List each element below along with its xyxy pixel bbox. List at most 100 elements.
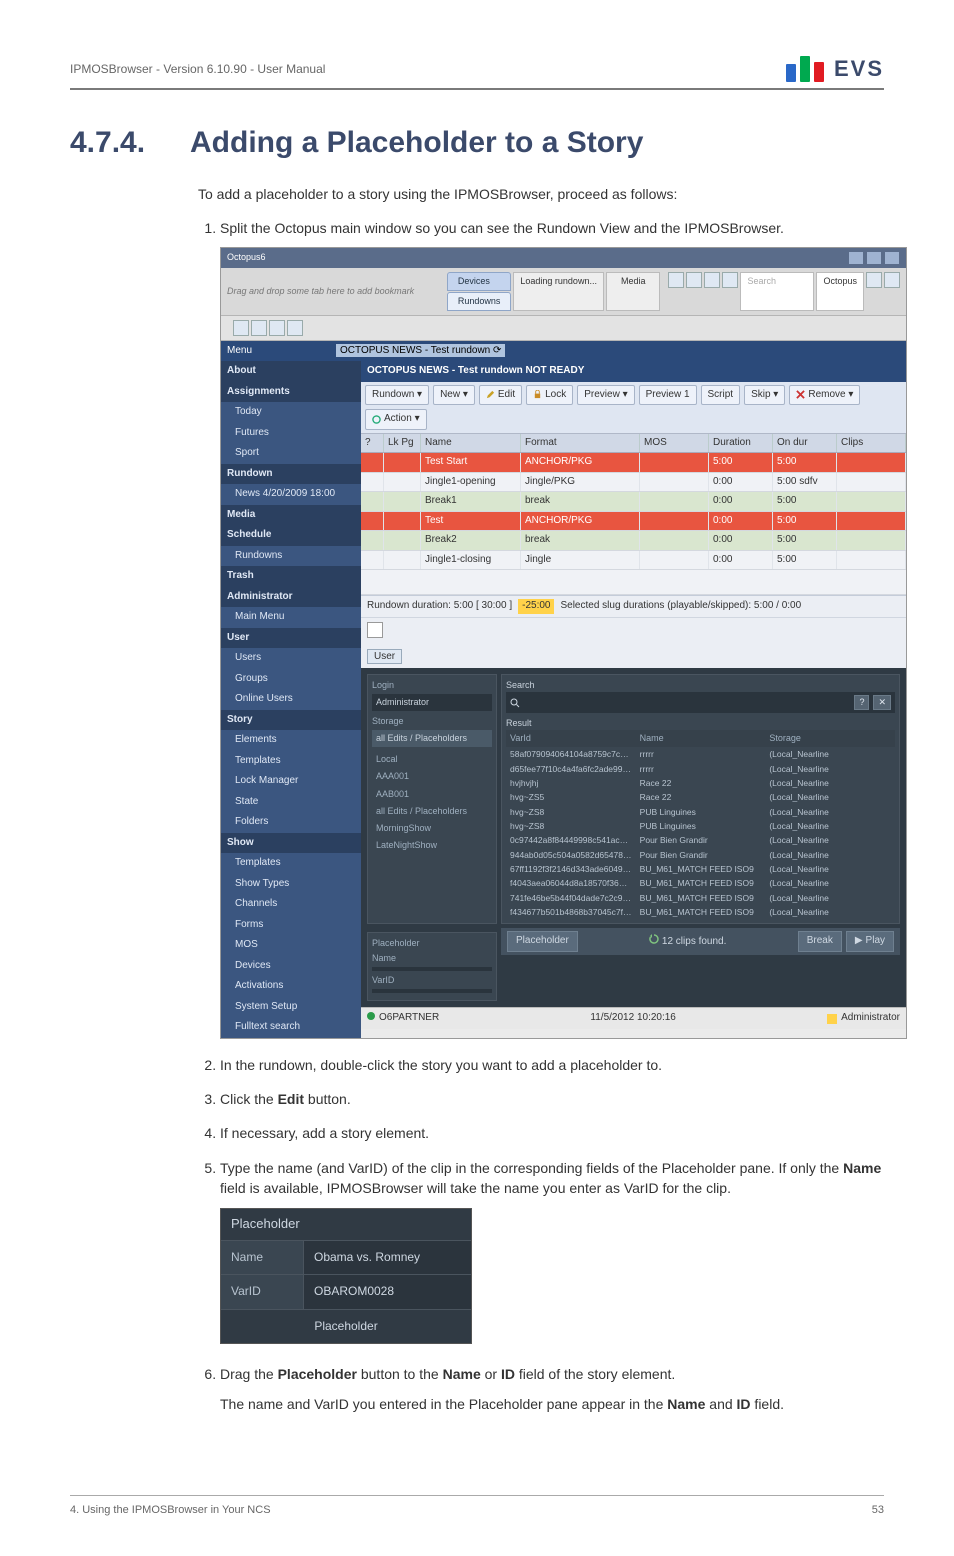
sidebar-item[interactable]: Fulltext search	[221, 1017, 361, 1038]
sidebar-group[interactable]: About	[221, 361, 361, 382]
refresh-button[interactable]	[367, 622, 383, 638]
dropdown-icon[interactable]	[866, 272, 882, 288]
storage-item[interactable]: LateNightShow	[372, 837, 492, 854]
split-h-icon[interactable]	[704, 272, 720, 288]
table-row[interactable]: TestANCHOR/PKG0:005:00	[361, 512, 906, 532]
sidebar-group[interactable]: Show	[221, 833, 361, 854]
ph-varid-value[interactable]: OBAROM0028	[303, 1275, 471, 1308]
close-icon[interactable]	[884, 251, 900, 265]
sidebar-item[interactable]: Sport	[221, 443, 361, 464]
menu-label[interactable]: Menu	[227, 344, 252, 359]
rundown-tab[interactable]: OCTOPUS NEWS - Test rundown ⟳	[336, 344, 505, 357]
preview1-button[interactable]: Preview 1	[639, 385, 697, 406]
preview-button[interactable]: Preview ▾	[577, 385, 634, 406]
sidebar-group[interactable]: Schedule	[221, 525, 361, 546]
sidebar-item[interactable]: Groups	[221, 669, 361, 690]
action-button[interactable]: Action ▾	[365, 409, 427, 430]
user-tag[interactable]: User	[367, 649, 402, 664]
storage-item[interactable]: all Edits / Placeholders	[372, 803, 492, 820]
table-row[interactable]: Break1break0:005:00	[361, 492, 906, 512]
table-row[interactable]: Test StartANCHOR/PKG5:005:00	[361, 453, 906, 473]
sidebar-item[interactable]: Users	[221, 648, 361, 669]
sidebar-item[interactable]: System Setup	[221, 997, 361, 1018]
sidebar-item[interactable]: Online Users	[221, 689, 361, 710]
bookmark-drop-area[interactable]: Drag and drop some tab here to add bookm…	[227, 285, 441, 298]
result-row[interactable]: 58af079094064104a8759c7c62022c2rrrrr(Loc…	[506, 747, 895, 761]
result-row[interactable]: hvg~ZS8PUB Linguines(Local_Nearline	[506, 805, 895, 819]
storage-item[interactable]: AAA001	[372, 768, 492, 785]
script-button[interactable]: Script	[701, 385, 741, 406]
sidebar-item[interactable]: State	[221, 792, 361, 813]
result-row[interactable]: 944ab0d05c504a0582d654780ef58535Pour Bie…	[506, 848, 895, 862]
refresh-icon[interactable]	[269, 320, 285, 336]
sidebar-group[interactable]: Administrator	[221, 587, 361, 608]
search-field[interactable]: ? ✕	[506, 692, 895, 713]
result-row[interactable]: 67ff1192f3f2146d343ade6049e63113BU_M61_M…	[506, 862, 895, 876]
maximize-icon[interactable]	[866, 251, 882, 265]
tab-devices[interactable]: Devices	[447, 272, 512, 291]
sort-icon[interactable]	[251, 320, 267, 336]
sidebar-item[interactable]: Elements	[221, 730, 361, 751]
result-row[interactable]: d65fee77f10c4a4fa6fc2ade9975d5b04rrrrr(L…	[506, 762, 895, 776]
sidebar-group[interactable]: Trash	[221, 566, 361, 587]
sidebar-item[interactable]: Today	[221, 402, 361, 423]
close-search-icon[interactable]: ✕	[873, 695, 891, 710]
media-button[interactable]: Media	[606, 272, 661, 311]
new-button[interactable]: New ▾	[433, 385, 475, 406]
skip-button[interactable]: Skip ▾	[744, 385, 785, 406]
lock-button[interactable]: Lock	[526, 385, 573, 406]
table-row[interactable]: Jingle1-closingJingle0:005:00	[361, 551, 906, 571]
sidebar-group[interactable]: Story	[221, 710, 361, 731]
sidebar-item[interactable]: Templates	[221, 751, 361, 772]
rundown-menu[interactable]: Rundown ▾	[365, 385, 429, 406]
sidebar-group[interactable]: User	[221, 628, 361, 649]
sidebar-item[interactable]: Main Menu	[221, 607, 361, 628]
zoom-icon[interactable]	[884, 272, 900, 288]
help-icon[interactable]: ?	[854, 695, 869, 710]
placeholder-drag-button[interactable]: Placeholder	[507, 931, 578, 952]
nav-back-icon[interactable]	[668, 272, 684, 288]
remove-button[interactable]: Remove ▾	[789, 385, 860, 406]
result-row[interactable]: hvg~ZS5Race 22(Local_Nearline	[506, 790, 895, 804]
storage-item[interactable]: AAB001	[372, 786, 492, 803]
storage-item[interactable]: MorningShow	[372, 820, 492, 837]
sidebar-item[interactable]: Show Types	[221, 874, 361, 895]
sidebar-item[interactable]: Futures	[221, 423, 361, 444]
tab-rundowns[interactable]: Rundowns	[447, 292, 512, 311]
search-input[interactable]: Search	[740, 272, 814, 311]
result-row[interactable]: f4043aea06044d8a18570f3609c7f946bBU_M61_…	[506, 876, 895, 890]
sidebar-item[interactable]: Forms	[221, 915, 361, 936]
split-v-icon[interactable]	[722, 272, 738, 288]
storage-item[interactable]: Local	[372, 751, 492, 768]
sidebar-group[interactable]: Media	[221, 505, 361, 526]
refresh-small-icon[interactable]	[649, 934, 659, 944]
filter-icon[interactable]	[233, 320, 249, 336]
sidebar-item[interactable]: Rundowns	[221, 546, 361, 567]
sidebar-item[interactable]: News 4/20/2009 18:00	[221, 484, 361, 505]
ph-panel-button[interactable]: Placeholder	[221, 1309, 471, 1343]
sidebar-item[interactable]: Devices	[221, 956, 361, 977]
minimize-icon[interactable]	[848, 251, 864, 265]
sidebar-item[interactable]: Channels	[221, 894, 361, 915]
edit-button[interactable]: Edit	[479, 385, 522, 406]
break-button[interactable]: Break	[798, 931, 842, 952]
ph-name-input[interactable]	[372, 967, 492, 971]
sidebar-group[interactable]: Assignments	[221, 382, 361, 403]
sidebar-item[interactable]: Templates	[221, 853, 361, 874]
close-tab-icon[interactable]	[287, 320, 303, 336]
result-row[interactable]: hvg~ZS8PUB Linguines(Local_Nearline	[506, 819, 895, 833]
ph-name-value[interactable]: Obama vs. Romney	[303, 1241, 471, 1274]
table-row[interactable]: Break2break0:005:00	[361, 531, 906, 551]
sidebar-item[interactable]: MOS	[221, 935, 361, 956]
sidebar-item[interactable]: Activations	[221, 976, 361, 997]
storage-filter[interactable]: all Edits / Placeholders	[372, 730, 492, 747]
table-row[interactable]: Jingle1-openingJingle/PKG0:005:00 sdfv	[361, 473, 906, 493]
result-row[interactable]: hvjhvjhjRace 22(Local_Nearline	[506, 776, 895, 790]
sidebar-item[interactable]: Folders	[221, 812, 361, 833]
nav-fwd-icon[interactable]	[686, 272, 702, 288]
ph-varid-input[interactable]	[372, 989, 492, 993]
play-button[interactable]: ▶ Play	[846, 931, 894, 952]
result-row[interactable]: f434677b501b4868b37045c7f54dc905bBU_M61_…	[506, 905, 895, 919]
result-row[interactable]: 0c97442a8f84449998c541aca455b03fcPour Bi…	[506, 833, 895, 847]
sidebar-group[interactable]: Rundown	[221, 464, 361, 485]
